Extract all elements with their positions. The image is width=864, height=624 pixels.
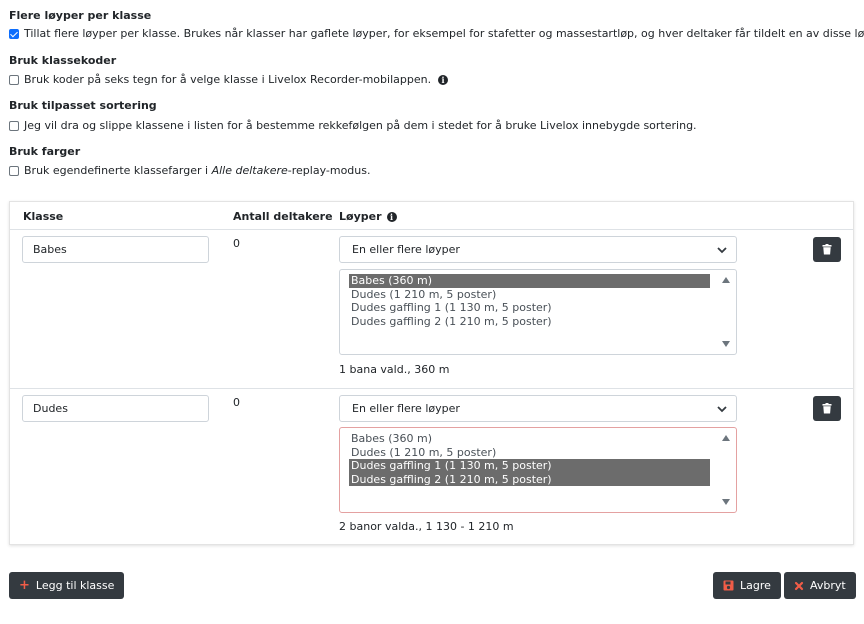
course-select-value: En eller flere løyper [352, 402, 460, 415]
custom-sort-label: Jeg vil dra og slippe klassene i listen … [24, 119, 697, 132]
colors-checkbox[interactable] [9, 165, 19, 176]
colors-label: Bruk egendefinerte klassefarger i Alle d… [24, 164, 371, 177]
delete-class-button[interactable] [813, 237, 841, 262]
cancel-label: Avbryt [810, 579, 846, 592]
scroll-up-icon[interactable] [722, 277, 730, 283]
header-antall: Antall deltakere [233, 210, 333, 223]
row-divider [10, 388, 853, 389]
trash-icon [822, 403, 832, 414]
scroll-down-icon[interactable] [722, 499, 730, 505]
custom-sort-checkbox[interactable] [9, 120, 19, 131]
participant-count: 0 [233, 237, 240, 250]
course-listbox[interactable]: Babes (360 m) Dudes (1 210 m, 5 poster) … [339, 269, 737, 355]
multi-courses-option[interactable]: Tillat flere løyper per klasse. Brukes n… [9, 27, 864, 40]
close-icon [794, 581, 804, 590]
multi-courses-label: Tillat flere løyper per klasse. Brukes n… [24, 27, 864, 40]
course-summary: 1 bana vald., 360 m [339, 363, 450, 376]
colors-heading: Bruk farger [9, 145, 81, 158]
course-option[interactable]: Dudes gaffling 2 (1 210 m, 5 poster) [349, 472, 710, 486]
custom-sort-heading: Bruk tilpasset sortering [9, 99, 157, 112]
class-codes-heading: Bruk klassekoder [9, 54, 117, 67]
scroll-up-icon[interactable] [722, 435, 730, 441]
course-option[interactable]: Dudes gaffling 1 (1 130 m, 5 poster) [349, 301, 710, 315]
delete-class-button[interactable] [813, 396, 841, 421]
table-header: Klasse Antall deltakere Løyper i [10, 202, 853, 230]
course-select-value: En eller flere løyper [352, 243, 460, 256]
cancel-button[interactable]: Avbryt [784, 572, 856, 599]
class-codes-option[interactable]: Bruk koder på seks tegn for å velge klas… [9, 73, 449, 86]
course-option[interactable]: Babes (360 m) [349, 432, 710, 446]
save-label: Lagre [740, 579, 771, 592]
add-class-button[interactable]: + Legg til klasse [9, 572, 125, 599]
multi-courses-checkbox[interactable] [9, 28, 19, 39]
course-option[interactable]: Dudes (1 210 m, 5 poster) [349, 288, 710, 302]
custom-sort-option[interactable]: Jeg vil dra og slippe klassene i listen … [9, 119, 697, 132]
save-icon [723, 580, 734, 591]
trash-icon [822, 244, 832, 255]
header-klasse: Klasse [23, 210, 64, 223]
class-codes-checkbox[interactable] [9, 74, 19, 85]
course-option[interactable]: Dudes (1 210 m, 5 poster) [349, 446, 710, 460]
course-option[interactable]: Dudes gaffling 1 (1 130 m, 5 poster) [349, 459, 710, 473]
class-name-input[interactable]: Babes [22, 236, 209, 263]
info-icon[interactable]: i [438, 74, 449, 85]
chevron-down-icon [717, 247, 727, 254]
class-settings-page: Flere løyper per klasse Tillat flere løy… [0, 0, 864, 624]
scroll-down-icon[interactable] [722, 341, 730, 347]
classes-table: Klasse Antall deltakere Løyper i Babes 0… [9, 201, 854, 545]
class-codes-label: Bruk koder på seks tegn for å velge klas… [24, 73, 432, 86]
plus-icon: + [19, 578, 30, 593]
info-icon[interactable]: i [386, 211, 397, 222]
course-select[interactable]: En eller flere løyper [339, 395, 737, 422]
course-summary: 2 banor valda., 1 130 - 1 210 m [339, 520, 514, 533]
participant-count: 0 [233, 396, 240, 409]
colors-option[interactable]: Bruk egendefinerte klassefarger i Alle d… [9, 164, 371, 177]
class-name-input[interactable]: Dudes [22, 395, 209, 422]
multi-courses-heading: Flere løyper per klasse [9, 9, 152, 22]
chevron-down-icon [717, 406, 727, 413]
course-select[interactable]: En eller flere løyper [339, 236, 737, 263]
save-button[interactable]: Lagre [713, 572, 781, 599]
course-option[interactable]: Dudes gaffling 2 (1 210 m, 5 poster) [349, 315, 710, 329]
header-loyper: Løyper i [339, 210, 397, 223]
add-class-label: Legg til klasse [35, 579, 115, 592]
course-listbox[interactable]: Babes (360 m) Dudes (1 210 m, 5 poster) … [339, 427, 737, 513]
course-option[interactable]: Babes (360 m) [349, 274, 710, 288]
